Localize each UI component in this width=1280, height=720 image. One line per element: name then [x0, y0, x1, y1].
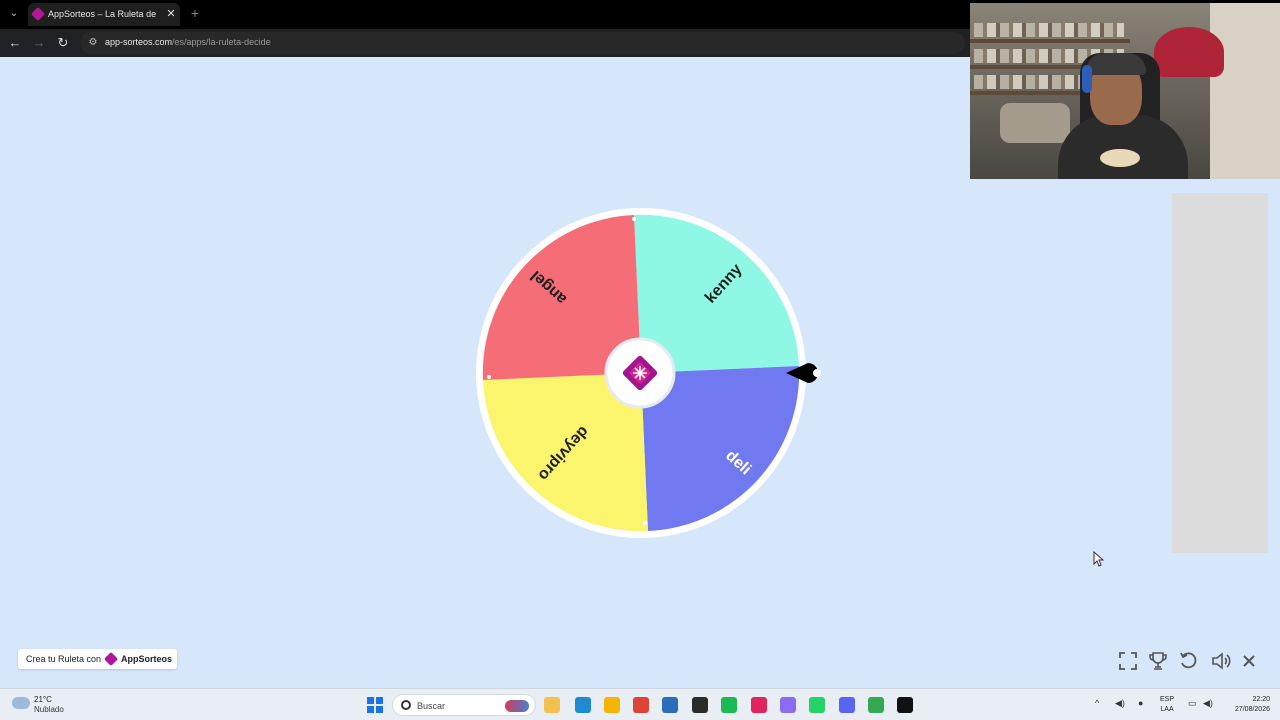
webcam-cap [1086, 53, 1146, 75]
microphone-icon[interactable]: ● [1138, 698, 1143, 708]
webcam-red-fan [1154, 27, 1224, 77]
lang-line-1: ESP [1160, 696, 1175, 703]
address-bar[interactable]: ⚙ app-sorteos.com/es/apps/la-ruleta-deci… [80, 32, 965, 54]
wheel-divider-dot [643, 521, 647, 525]
active-tab[interactable]: AppSorteos – La Ruleta de la Suerte ✕ [28, 3, 180, 26]
trophy-icon[interactable] [1147, 650, 1169, 672]
new-tab-plus-icon[interactable]: + [187, 5, 203, 21]
badge-brand-name: AppSorteos [121, 654, 173, 664]
webcam-sofa [1000, 103, 1070, 143]
game-icon[interactable] [780, 697, 796, 713]
volume-icon[interactable] [1210, 650, 1232, 672]
weather-description[interactable]: Nublado [34, 705, 64, 714]
network-icon[interactable]: ▭ [1188, 698, 1197, 709]
webcam-shelf-items [974, 23, 1124, 37]
windows-taskbar: 21°C Nublado Buscar ^ ◀) ● ESP LAA ▭ ◀) … [0, 688, 1280, 720]
reload-icon[interactable]: ↻ [55, 35, 71, 51]
wheel-divider-dot [487, 375, 491, 379]
forward-arrow-icon[interactable]: → [31, 35, 47, 51]
chrome-icon[interactable] [633, 697, 649, 713]
tab-close-icon[interactable]: ✕ [165, 7, 177, 21]
volume-tray-icon[interactable]: ◀) [1203, 698, 1213, 709]
site-info-icon[interactable]: ⚙ [86, 36, 100, 50]
discord-icon[interactable] [839, 697, 855, 713]
create-wheel-badge[interactable]: Crea tu Ruleta con AppSorteos [18, 649, 177, 669]
folder-icon[interactable] [604, 697, 620, 713]
appsorteos-badge-logo-icon [103, 651, 119, 667]
clock-time: 22:20 [1252, 696, 1270, 703]
edge-icon[interactable] [575, 697, 591, 713]
taskbar-search[interactable]: Buscar [392, 694, 536, 716]
chrome-alt-icon[interactable] [868, 697, 884, 713]
badge-text: Crea tu Ruleta con [26, 654, 102, 664]
webcam-overlay [970, 3, 1280, 179]
tray-overflow-chevron-icon[interactable]: ^ [1095, 698, 1099, 708]
url-text: app-sorteos.com/es/apps/la-ruleta-decide [105, 37, 271, 47]
tab-list-chevron-icon[interactable]: ⌄ [6, 6, 22, 22]
close-icon[interactable] [1238, 650, 1260, 672]
search-placeholder: Buscar [417, 701, 446, 711]
tray-speaker-icon[interactable]: ◀) [1115, 698, 1125, 709]
input-language[interactable]: ESP LAA [1160, 695, 1174, 715]
webcam-headphone [1082, 65, 1092, 93]
webcam-plate [1100, 149, 1140, 167]
back-arrow-icon[interactable]: ← [7, 35, 23, 51]
webcam-shelf [970, 39, 1130, 43]
spin-wheel[interactable]: kenny deli deyvipro angel [460, 200, 840, 550]
side-ad-panel [1172, 193, 1268, 553]
url-path: /es/apps/la-ruleta-decide [172, 37, 271, 47]
search-icon [401, 700, 411, 710]
cloud-icon[interactable] [12, 697, 30, 709]
windows-start-icon[interactable] [367, 697, 383, 713]
capcut-icon[interactable] [897, 697, 913, 713]
store-icon[interactable] [662, 697, 678, 713]
file-explorer-icon[interactable] [544, 697, 560, 713]
appsorteos-favicon-icon [30, 6, 46, 22]
tab-title: AppSorteos – La Ruleta de la Suerte [48, 9, 158, 19]
lang-line-2: LAA [1160, 706, 1174, 713]
search-highlight-art [505, 700, 529, 712]
wheel-divider-dot [632, 217, 636, 221]
fullscreen-icon[interactable] [1117, 650, 1139, 672]
steam-icon[interactable] [692, 697, 708, 713]
mouse-cursor-icon [1093, 551, 1105, 567]
url-host: app-sorteos.com [105, 37, 173, 47]
taskbar-clock[interactable]: 22:20 27/08/2026 [1224, 695, 1270, 715]
whatsapp-icon[interactable] [809, 697, 825, 713]
reset-icon[interactable] [1178, 650, 1200, 672]
weather-temperature[interactable]: 21°C [34, 695, 52, 704]
clock-date: 27/08/2026 [1234, 706, 1270, 713]
spotify-icon[interactable] [721, 697, 737, 713]
tiktok-icon[interactable] [751, 697, 767, 713]
webcam-wall [1210, 3, 1280, 179]
